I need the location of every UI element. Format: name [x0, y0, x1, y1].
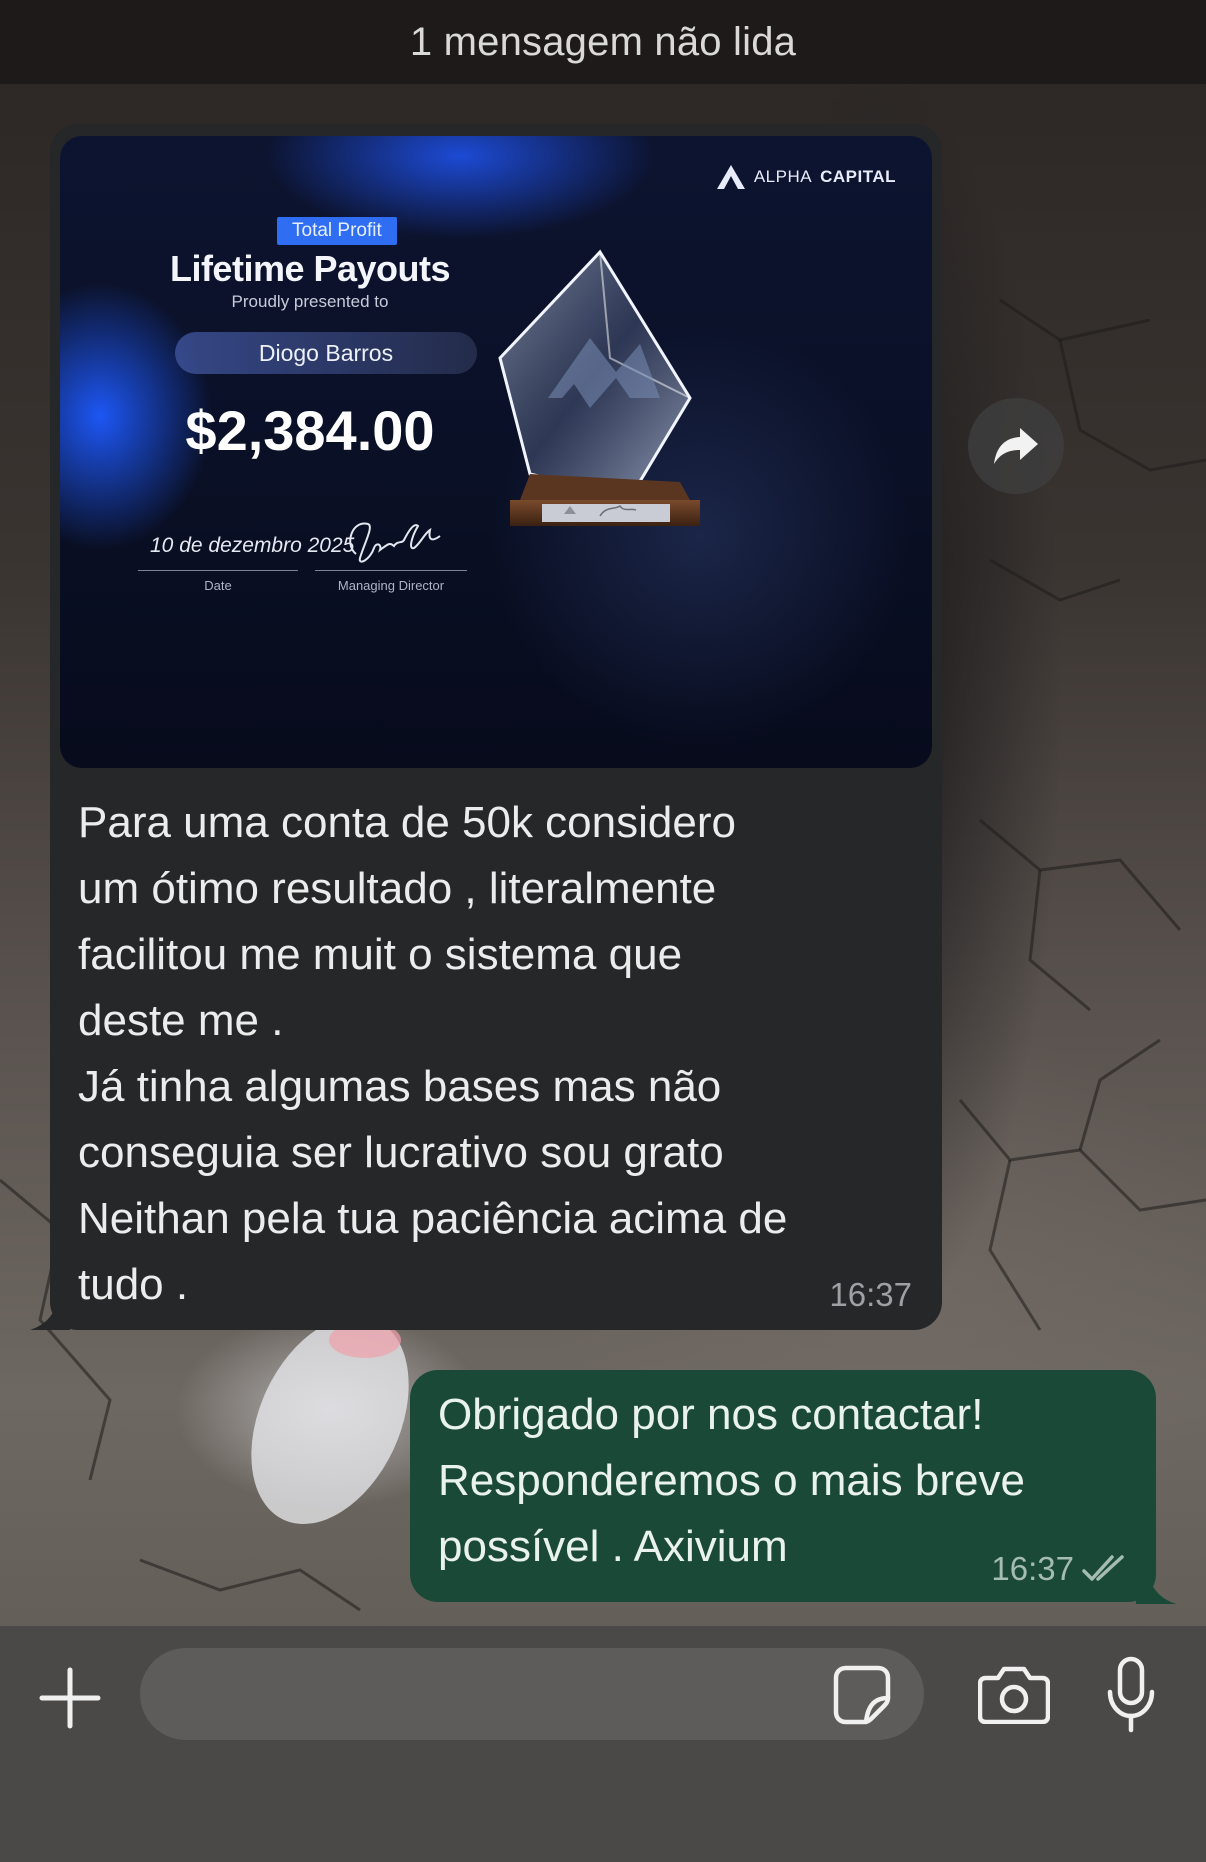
certificate-title: Lifetime Payouts — [169, 248, 451, 289]
alpha-capital-logo-icon — [716, 165, 745, 189]
recipient-name: Diogo Barros — [175, 332, 477, 374]
message-input[interactable] — [140, 1648, 924, 1740]
message-composer-bar — [0, 1626, 1206, 1862]
unread-messages-banner: 1 mensagem não lida — [0, 0, 1206, 84]
incoming-message-text: Para uma conta de 50k considero um ótimo… — [78, 798, 788, 1309]
brand-name-light: ALPHA — [753, 167, 813, 186]
forward-arrow-icon — [994, 428, 1038, 464]
outgoing-message-bubble[interactable]: Obrigado por nos contactar! Responderemo… — [410, 1370, 1156, 1602]
brand-name-bold: CAPITAL — [820, 167, 896, 186]
certificate-date: 10 de dezembro 2025 — [150, 534, 355, 557]
sticker-icon[interactable] — [832, 1662, 892, 1726]
date-signature-line — [138, 570, 298, 571]
signature-graphic — [349, 522, 441, 563]
incoming-message-bubble[interactable]: ALPHA CAPITAL Total Profit Lifetime Payo… — [50, 124, 942, 1330]
chat-screen: 1 mensagem não lida ALPHA CAPITAL Total … — [0, 0, 1206, 1862]
recipient-name-text: Diogo Barros — [258, 339, 394, 366]
payout-certificate-image[interactable]: ALPHA CAPITAL Total Profit Lifetime Payo… — [60, 136, 932, 768]
date-label: Date — [204, 578, 232, 593]
crystal-trophy-graphic — [498, 249, 700, 526]
incoming-message-time: 16:37 — [829, 1276, 912, 1313]
plus-icon[interactable] — [36, 1664, 104, 1732]
total-profit-badge: Total Profit — [277, 217, 397, 245]
outgoing-message-time: 16:37 — [991, 1550, 1074, 1587]
unread-messages-label: 1 mensagem não lida — [409, 19, 797, 64]
camera-icon[interactable] — [978, 1664, 1050, 1724]
double-check-read-icon — [1082, 1555, 1124, 1581]
managing-director-label: Managing Director — [337, 578, 445, 593]
outgoing-message-meta: 16:37 — [991, 1550, 1128, 1588]
payout-amount: $2,384.00 — [185, 399, 435, 462]
alpha-capital-logo: ALPHA CAPITAL — [716, 164, 896, 190]
forward-button[interactable] — [968, 398, 1064, 494]
microphone-icon[interactable] — [1106, 1656, 1156, 1734]
certificate-presented-to: Proudly presented to — [231, 292, 389, 311]
director-signature-line — [315, 570, 467, 571]
